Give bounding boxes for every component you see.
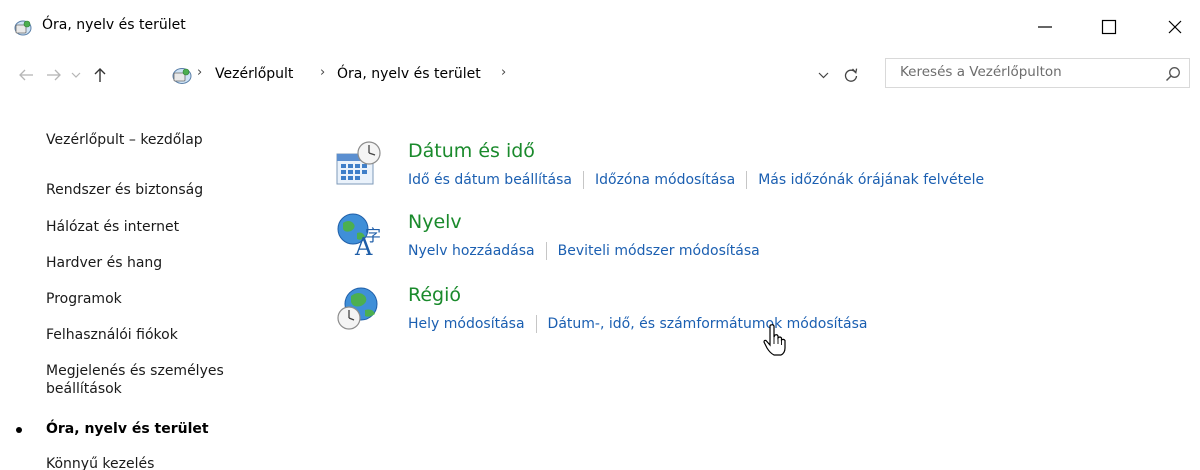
link-divider: [583, 171, 584, 189]
sidebar-item-home[interactable]: Vezérlőpult – kezdőlap: [46, 131, 203, 149]
chevron-down-icon: [71, 72, 81, 78]
refresh-icon: [844, 68, 858, 82]
close-icon: [1168, 20, 1182, 34]
link-change-timezone[interactable]: Időzóna módosítása: [595, 172, 735, 188]
sidebar-item-user-accounts[interactable]: Felhasználói fiókok: [46, 326, 178, 344]
minimize-icon: [1038, 26, 1052, 28]
hand-cursor-icon: [763, 324, 786, 356]
window-title: Óra, nyelv és terület: [42, 17, 186, 33]
sidebar-item-programs[interactable]: Programok: [46, 290, 122, 308]
address-bar[interactable]: › Vezérlőpult › Óra, nyelv és terület ›: [165, 62, 867, 90]
sidebar-item-hardware-sound[interactable]: Hardver és hang: [46, 254, 162, 272]
refresh-button[interactable]: [840, 64, 862, 86]
link-set-date-time[interactable]: Idő és dátum beállítása: [408, 172, 572, 188]
sidebar-item-system-security[interactable]: Rendszer és biztonság: [46, 181, 203, 199]
link-add-language[interactable]: Nyelv hozzáadása: [408, 243, 535, 259]
link-divider: [535, 315, 537, 333]
sidebar-item-clock-language-region: Óra, nyelv és terület: [46, 421, 209, 437]
category-title-region[interactable]: Régió: [408, 284, 461, 306]
category-links: Nyelv hozzáadása Beviteli módszer módosí…: [408, 242, 760, 260]
search-icon[interactable]: [1164, 65, 1182, 83]
calendar-clock-icon: [336, 141, 381, 185]
breadcrumb-item-control-panel[interactable]: Vezérlőpult: [215, 66, 293, 82]
link-divider: [545, 242, 547, 260]
category-title-language[interactable]: Nyelv: [408, 211, 462, 233]
search-input[interactable]: [900, 64, 1150, 80]
region-globe-clock-icon: [337, 287, 378, 330]
arrow-left-icon: [19, 69, 33, 81]
control-panel-icon: [172, 68, 192, 84]
sidebar-item-network[interactable]: Hálózat és internet: [46, 218, 179, 236]
category-links: Hely módosítása Dátum-, idő, és számform…: [408, 315, 867, 333]
link-divider: [746, 171, 748, 189]
svg-text:字: 字: [365, 226, 381, 245]
breadcrumb-separator[interactable]: ›: [320, 65, 325, 80]
arrow-up-icon: [94, 68, 106, 82]
maximize-button[interactable]: [1094, 14, 1124, 40]
link-change-formats[interactable]: Dátum-, idő, és számformátumok módosítás…: [548, 316, 868, 332]
sidebar-item-ease-of-access[interactable]: Könnyű kezelés: [46, 455, 154, 470]
language-globe-icon: A 字: [337, 213, 381, 259]
category-links: Idő és dátum beállítása Időzóna módosítá…: [408, 171, 984, 189]
breadcrumb-separator[interactable]: ›: [501, 65, 506, 80]
link-add-clocks[interactable]: Más időzónák órájának felvétele: [758, 172, 984, 188]
close-button[interactable]: [1160, 14, 1190, 40]
sidebar-item-appearance[interactable]: Megjelenés és személyes beállítások: [46, 362, 266, 398]
search-box[interactable]: [885, 58, 1190, 88]
breadcrumb-separator[interactable]: ›: [197, 65, 202, 80]
up-button[interactable]: [88, 64, 112, 86]
active-bullet: [16, 427, 22, 433]
forward-button[interactable]: [42, 64, 66, 86]
maximize-icon: [1101, 19, 1117, 35]
breadcrumb-item-current[interactable]: Óra, nyelv és terület: [337, 66, 481, 82]
link-change-location[interactable]: Hely módosítása: [408, 316, 525, 332]
address-dropdown-button[interactable]: [814, 66, 832, 84]
chevron-down-icon: [818, 72, 828, 79]
minimize-button[interactable]: [1030, 14, 1060, 40]
category-title-date-time[interactable]: Dátum és idő: [408, 140, 535, 162]
control-panel-icon: [14, 20, 32, 36]
link-change-input-method[interactable]: Beviteli módszer módosítása: [558, 243, 760, 259]
title-bar: Óra, nyelv és terület: [0, 0, 1200, 54]
recent-locations-button[interactable]: [68, 64, 84, 86]
back-button[interactable]: [14, 64, 38, 86]
arrow-right-icon: [47, 69, 61, 81]
